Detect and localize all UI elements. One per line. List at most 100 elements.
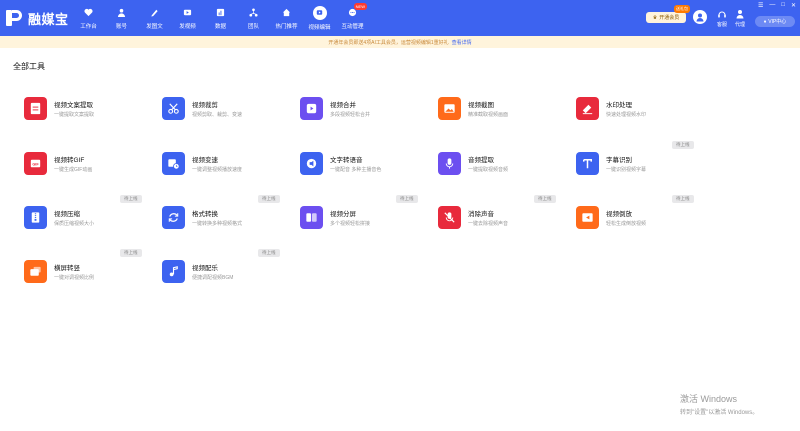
text-icon — [576, 152, 599, 175]
tool-description: 多段视频轻松合并 — [330, 112, 371, 118]
windows-activation-watermark: 激活 Windows 转到"设置"以激活 Windows。 — [680, 392, 758, 416]
tool-title: 视频配乐 — [192, 265, 218, 272]
avatar[interactable] — [693, 10, 707, 24]
svg-text:GIF: GIF — [32, 162, 39, 166]
nav-item-post-video[interactable]: 发视频 — [171, 0, 204, 36]
tool-description: 快速处理视频水印 — [606, 112, 647, 118]
video-icon — [182, 7, 194, 19]
main-nav: 工作台 账号 发图文 发视频 数据 团队 热门推荐 视频编辑 互动管理 NEW — [72, 0, 369, 36]
team-icon — [248, 7, 260, 19]
gif-icon: GIF — [24, 152, 47, 175]
edit-icon — [312, 5, 327, 20]
doc-icon — [24, 97, 47, 120]
nav-item-data[interactable]: 数据 — [204, 0, 237, 36]
tool-title: 视频变速 — [192, 157, 218, 164]
nav-item-post-article[interactable]: 发图文 — [138, 0, 171, 36]
nav-item-team[interactable]: 团队 — [237, 0, 270, 36]
tool-title: 视频压缩 — [54, 211, 80, 218]
tool-card[interactable]: 字幕识别 一键识别视频字幕 待上线 — [565, 141, 695, 189]
reverse-icon — [576, 206, 599, 229]
tool-card[interactable]: 消除声音 一键去除视频声音 待上线 — [427, 195, 557, 243]
open-vip-button[interactable]: ♛ 开通会员 — [646, 12, 686, 23]
tool-card[interactable]: 视频配乐 便捷调配视频BGM 待上线 — [151, 249, 281, 297]
tool-card[interactable]: 视频合并 多段视频轻松合并 — [289, 94, 419, 134]
tool-description: 便捷调配视频BGM — [192, 275, 234, 281]
service-button[interactable]: 客服 — [717, 9, 727, 28]
tool-description: 一键配音 多种主播音色 — [330, 167, 382, 173]
nav-item-accounts[interactable]: 账号 — [105, 0, 138, 36]
play-icon — [300, 97, 323, 120]
tool-card[interactable]: 横屏转竖 一键对调视频比例 待上线 — [13, 249, 143, 297]
tool-description: 一键对调视频比例 — [54, 275, 95, 281]
logo-mark-icon — [6, 8, 24, 28]
nav-item-interaction[interactable]: 互动管理 NEW — [336, 0, 369, 36]
tool-description: 精准截取视频画面 — [468, 112, 509, 118]
tool-card[interactable]: 视频变速 一键调整视频播放速度 — [151, 149, 281, 189]
scissors-icon — [162, 97, 185, 120]
tool-description: 轻松生成倒放视频 — [606, 221, 647, 227]
coming-soon-badge: 待上线 — [672, 141, 694, 149]
promo-notice-bar: 开通年会员即送4项AI工具会员，运营视频编辑1重好礼 查看详情 — [0, 36, 800, 48]
tool-card[interactable]: 格式转换 一键转换多种视频格式 待上线 — [151, 195, 281, 243]
tool-title: 视频裁剪 — [192, 102, 218, 109]
agent-button[interactable]: 代理 — [735, 9, 745, 28]
tool-title: 字幕识别 — [606, 157, 632, 164]
minimize-icon[interactable]: — — [769, 2, 775, 9]
tool-card[interactable]: 文字转语音一键配音 多种主播音色 — [289, 149, 419, 189]
close-icon[interactable]: ✕ — [791, 2, 796, 9]
tool-title: 视频转GIF — [54, 157, 85, 164]
tool-description: 一键提取文案提取 — [54, 112, 95, 118]
nav-label: 工作台 — [80, 23, 97, 30]
tool-description: 保质压缩视频大小 — [54, 221, 95, 227]
tool-card[interactable]: GIF 视频转GIF 一键生成GIF动画 — [13, 149, 143, 189]
agent-label: 代理 — [735, 22, 746, 28]
tool-description: 视频剪取、裁剪、变速 — [192, 112, 243, 118]
tool-description: 一键生成GIF动画 — [54, 167, 93, 173]
coming-soon-badge: 待上线 — [120, 195, 142, 203]
music-icon — [162, 260, 185, 283]
tool-card[interactable]: 视频倒放 轻松生成倒放视频 待上线 — [565, 195, 695, 243]
new-badge: NEW — [353, 3, 367, 10]
menu-icon[interactable]: ☰ — [758, 2, 763, 9]
nav-item-video-edit[interactable]: 视频编辑 — [303, 0, 336, 36]
nav-item-workbench[interactable]: 工作台 — [72, 0, 105, 36]
nav-label: 互动管理 — [341, 23, 364, 30]
gift-badge: 送礼包 — [674, 5, 690, 13]
tool-title: 文字转语音 — [330, 157, 363, 164]
notice-text: 开通年会员即送4项AI工具会员，运营视频编辑1重好礼 — [328, 39, 449, 46]
open-vip-label: 开通会员 — [659, 15, 680, 21]
tool-card[interactable]: 视频文案提取 一键提取文案提取 — [13, 94, 143, 134]
tool-description: 一键转换多种视频格式 — [192, 221, 243, 227]
maximize-icon[interactable]: □ — [781, 2, 785, 9]
tool-card[interactable]: 水印处理 快速处理视频水印 — [565, 94, 695, 134]
tool-title: 视频截图 — [468, 102, 494, 109]
heart-icon — [83, 7, 95, 19]
tool-card[interactable]: 视频压缩保质压缩视频大小 待上线 — [13, 195, 143, 243]
nav-label: 热门推荐 — [275, 23, 298, 30]
tool-card[interactable]: 视频截图精准截取视频画面 — [427, 94, 557, 134]
tool-card[interactable]: 视频分屏 多个视频轻松拼接 待上线 — [289, 195, 419, 243]
nav-label: 发视频 — [179, 23, 196, 30]
tool-title: 视频文案提取 — [54, 102, 93, 109]
watermark-line2: 转到"设置"以激活 Windows。 — [680, 410, 759, 416]
tool-title: 格式转换 — [192, 211, 218, 218]
split-icon — [300, 206, 323, 229]
image-icon — [438, 97, 461, 120]
logo-text: 融媒宝 — [28, 11, 69, 27]
section-title: 全部工具 — [13, 62, 45, 71]
coming-soon-badge: 待上线 — [120, 249, 142, 257]
headset-icon — [718, 11, 726, 18]
tool-card[interactable]: 视频裁剪视频剪取、裁剪、变速 — [151, 94, 281, 134]
coming-soon-badge: 待上线 — [534, 195, 556, 203]
tool-card[interactable]: 音频提取一键提取视频音频 — [427, 149, 557, 189]
speed-icon — [162, 152, 185, 175]
chart-icon — [215, 7, 227, 19]
coming-soon-badge: 待上线 — [672, 195, 694, 203]
user-icon — [116, 7, 128, 19]
notice-details-link[interactable]: 查看详情 — [452, 39, 472, 46]
nav-item-trending[interactable]: 热门推荐 — [270, 0, 303, 36]
vip-center-button[interactable]: ♦ VIP中心 — [755, 16, 795, 27]
tool-description: 一键提取视频音频 — [468, 167, 509, 173]
tool-title: 音频提取 — [468, 157, 494, 164]
app-logo[interactable]: 融媒宝 — [6, 8, 69, 28]
